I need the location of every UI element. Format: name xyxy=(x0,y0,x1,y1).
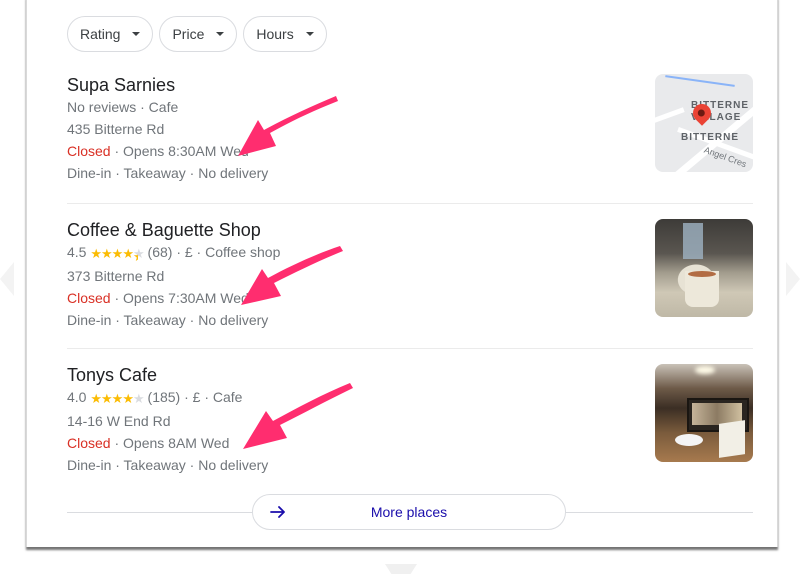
status-closed: Closed xyxy=(67,143,111,159)
place-rating-line: 4.5 ★★★★★ (68) · £ · Coffee shop xyxy=(67,241,753,265)
star-full-icon: ★ xyxy=(111,391,124,406)
expand-chevron-icon[interactable] xyxy=(385,564,417,574)
divider xyxy=(67,348,753,349)
place-services: Dine-in · Takeaway · No delivery xyxy=(67,165,269,181)
place-hours: Closed · Opens 7:30AM Wed xyxy=(67,287,753,309)
carousel-prev-icon[interactable] xyxy=(0,262,14,296)
carousel-next-icon[interactable] xyxy=(786,262,800,296)
place-name[interactable]: Coffee & Baguette Shop xyxy=(67,219,753,241)
opening-time: · Opens 8AM Wed xyxy=(110,435,230,451)
place-name[interactable]: Supa Sarnies xyxy=(67,74,753,96)
coffee-cup-photo[interactable] xyxy=(655,219,753,317)
rating-value: 4.0 xyxy=(67,389,87,405)
review-count[interactable]: (185) xyxy=(148,389,181,405)
star-full-icon: ★ xyxy=(101,246,113,261)
photo-detail xyxy=(683,223,703,259)
place-result-tonys-cafe[interactable]: Tonys Cafe 4.0 ★★★★★ (185) · £ · Cafe 14… xyxy=(67,364,753,474)
place-result-supa-sarnies[interactable]: Supa Sarnies No reviews · Cafe 435 Bitte… xyxy=(67,74,753,184)
divider xyxy=(67,203,753,204)
filter-chips: Rating Price Hours xyxy=(67,16,327,52)
photo-detail xyxy=(685,271,719,307)
place-hours: Closed · Opens 8:30AM Wed xyxy=(67,140,753,162)
place-result-coffee-baguette-shop[interactable]: Coffee & Baguette Shop 4.5 ★★★★★ (68) · … xyxy=(67,219,753,329)
star-full-icon: ★ xyxy=(90,246,102,261)
price-and-type: · £ · Cafe xyxy=(180,389,243,405)
review-count[interactable]: (68) xyxy=(148,244,173,260)
star-full-icon: ★ xyxy=(111,246,124,261)
filter-label: Hours xyxy=(256,26,294,42)
map-thumbnail[interactable]: BITTERNE VILLAGE BITTERNE Angel Cres xyxy=(655,74,753,172)
opening-time: · Opens 7:30AM Wed xyxy=(110,290,249,306)
star-half-icon: ★ xyxy=(133,246,145,261)
filter-label: Price xyxy=(172,26,205,42)
place-address: 373 Bitterne Rd xyxy=(67,268,165,284)
star-full-icon: ★ xyxy=(101,391,113,406)
more-places-row: More places xyxy=(67,494,753,530)
place-address: 14-16 W End Rd xyxy=(67,413,171,429)
place-meta: No reviews · Cafe xyxy=(67,99,179,115)
map-water xyxy=(665,75,735,87)
filter-hours-button[interactable]: Hours xyxy=(243,16,327,52)
star-rating: ★★★★★ xyxy=(90,388,145,410)
more-places-button[interactable]: More places xyxy=(252,494,566,530)
caret-down-icon xyxy=(305,32,314,36)
opening-time: · Opens 8:30AM Wed xyxy=(110,143,249,159)
star-empty-icon: ★ xyxy=(132,391,145,406)
map-road xyxy=(655,107,685,126)
place-address: 435 Bitterne Rd xyxy=(67,121,165,137)
caret-down-icon xyxy=(216,32,225,36)
rating-value: 4.5 xyxy=(67,244,87,260)
price-and-type: · £ · Coffee shop xyxy=(172,244,281,260)
star-full-icon: ★ xyxy=(122,391,134,406)
place-services: Dine-in · Takeaway · No delivery xyxy=(67,457,269,473)
place-rating-line: 4.0 ★★★★★ (185) · £ · Cafe xyxy=(67,386,753,410)
place-hours: Closed · Opens 8AM Wed xyxy=(67,432,753,454)
more-places-label: More places xyxy=(370,504,448,520)
filter-label: Rating xyxy=(80,26,121,42)
filter-rating-button[interactable]: Rating xyxy=(67,16,154,52)
cafe-interior-photo[interactable] xyxy=(655,364,753,462)
map-label: BITTERNE xyxy=(681,132,739,143)
status-closed: Closed xyxy=(67,290,111,306)
photo-detail xyxy=(695,366,715,374)
status-closed: Closed xyxy=(67,435,111,451)
local-results-panel: Rating Price Hours Supa Sarnies No revie… xyxy=(26,0,778,547)
star-full-icon: ★ xyxy=(90,391,102,406)
caret-down-icon xyxy=(132,32,141,36)
place-name[interactable]: Tonys Cafe xyxy=(67,364,753,386)
photo-detail xyxy=(719,420,745,458)
star-rating: ★★★★★ xyxy=(90,243,145,265)
place-services: Dine-in · Takeaway · No delivery xyxy=(67,312,269,328)
photo-detail xyxy=(675,434,703,446)
star-full-icon: ★ xyxy=(122,246,134,261)
filter-price-button[interactable]: Price xyxy=(159,16,238,52)
